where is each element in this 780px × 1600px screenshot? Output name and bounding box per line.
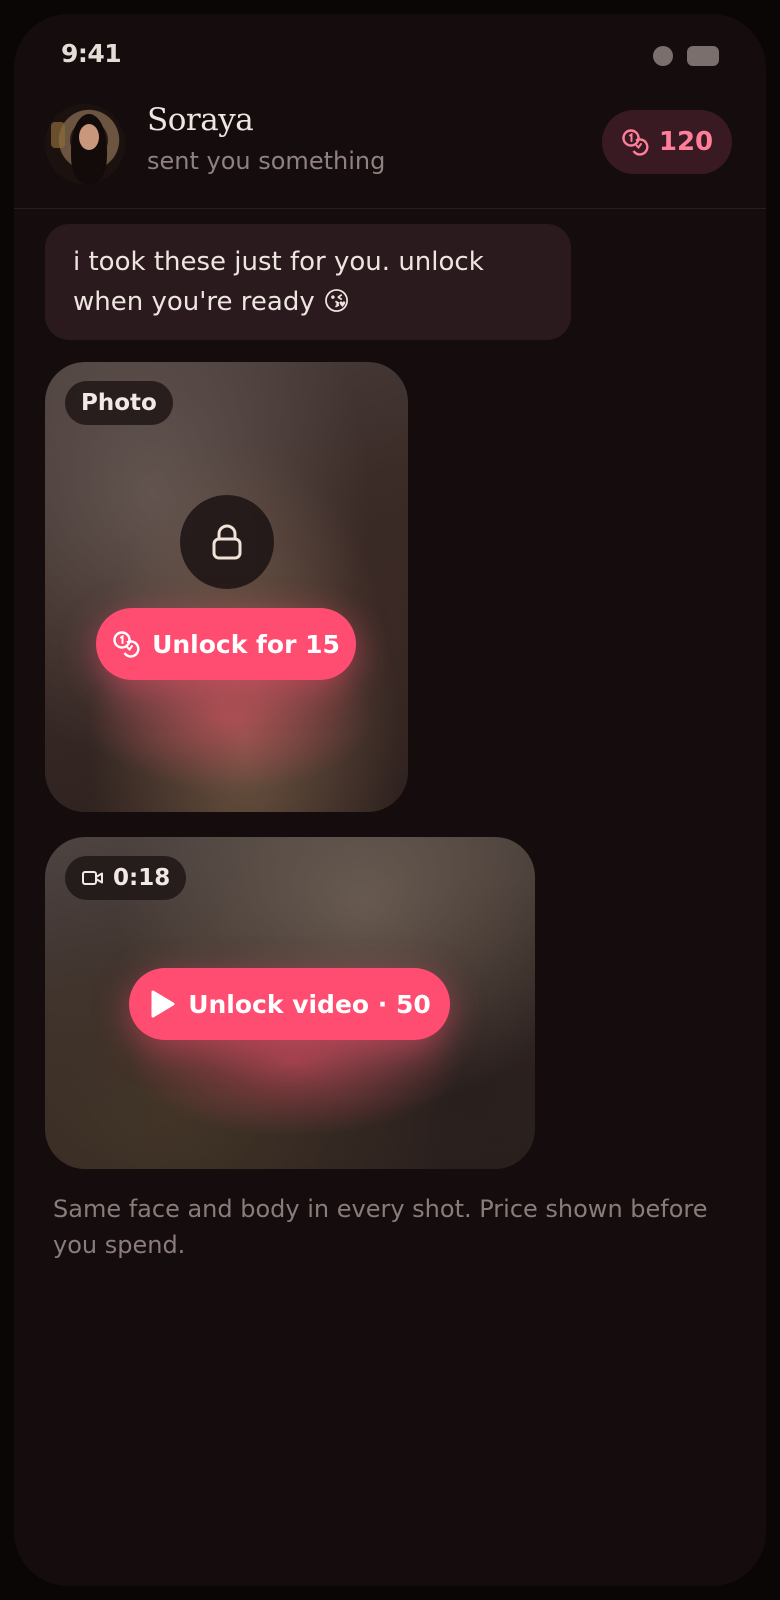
chat-header: Soraya sent you something 120: [14, 98, 766, 209]
video-duration-tag: 0:18: [65, 856, 187, 900]
media-type-tag: Photo: [65, 381, 173, 425]
status-time: 9:41: [61, 39, 122, 68]
play-icon: [151, 990, 175, 1018]
locked-photo-card[interactable]: Photo Unlock for 15: [45, 362, 408, 812]
video-camera-icon: [82, 871, 103, 885]
locked-video-card[interactable]: 0:18 Unlock video · 50: [45, 837, 535, 1169]
media-type-label: Photo: [81, 390, 157, 416]
unlock-video-label: Unlock video · 50: [188, 989, 431, 1019]
battery-icon: [687, 46, 719, 66]
avatar[interactable]: [45, 104, 125, 184]
contact-subtitle: sent you something: [147, 147, 386, 175]
lock-icon: [212, 524, 242, 560]
coin-balance: 120: [658, 127, 714, 157]
coins-icon: [622, 129, 649, 156]
status-bar: 9:41: [14, 14, 766, 94]
lock-badge: [180, 495, 274, 589]
video-duration: 0:18: [113, 865, 171, 891]
coin-balance-button[interactable]: 120: [602, 110, 732, 174]
contact-name[interactable]: Soraya: [147, 102, 254, 138]
pricing-footnote: Same face and body in every shot. Price …: [53, 1195, 708, 1259]
coins-icon: [113, 631, 140, 658]
phone-screen: 9:41 Soraya sent you something 120 i too…: [14, 14, 766, 1586]
message-bubble: i took these just for you. unlock when y…: [45, 224, 571, 340]
unlock-photo-label: Unlock for 15: [152, 629, 340, 659]
unlock-photo-button[interactable]: Unlock for 15: [96, 608, 356, 680]
unlock-video-button[interactable]: Unlock video · 50: [129, 968, 450, 1040]
camera-indicator-icon: [653, 46, 673, 66]
